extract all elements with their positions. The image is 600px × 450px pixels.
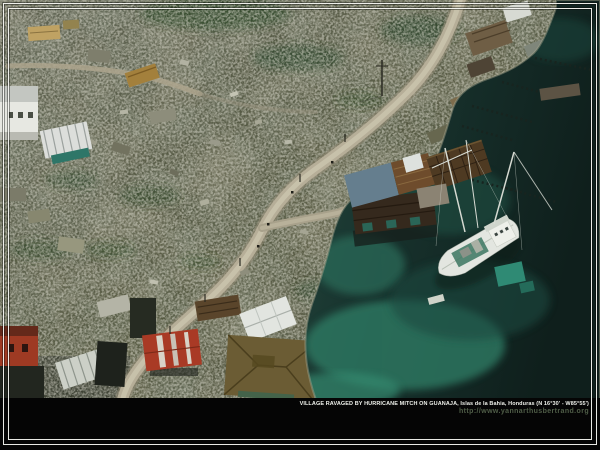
white-building (0, 86, 38, 140)
caption-title: VILLAGE RAVAGED BY HURRICANE MITCH ON GU… (300, 401, 589, 407)
red-roof-house (142, 329, 202, 376)
caption-credit-url: http://www.yannarthusbertrand.org (459, 408, 589, 415)
red-shack (0, 326, 38, 366)
aerial-photo (0, 0, 600, 400)
wallpaper: VILLAGE RAVAGED BY HURRICANE MITCH ON GU… (0, 0, 600, 450)
caption-bar: VILLAGE RAVAGED BY HURRICANE MITCH ON GU… (0, 398, 600, 450)
olive-hip-roof-house (224, 335, 318, 400)
